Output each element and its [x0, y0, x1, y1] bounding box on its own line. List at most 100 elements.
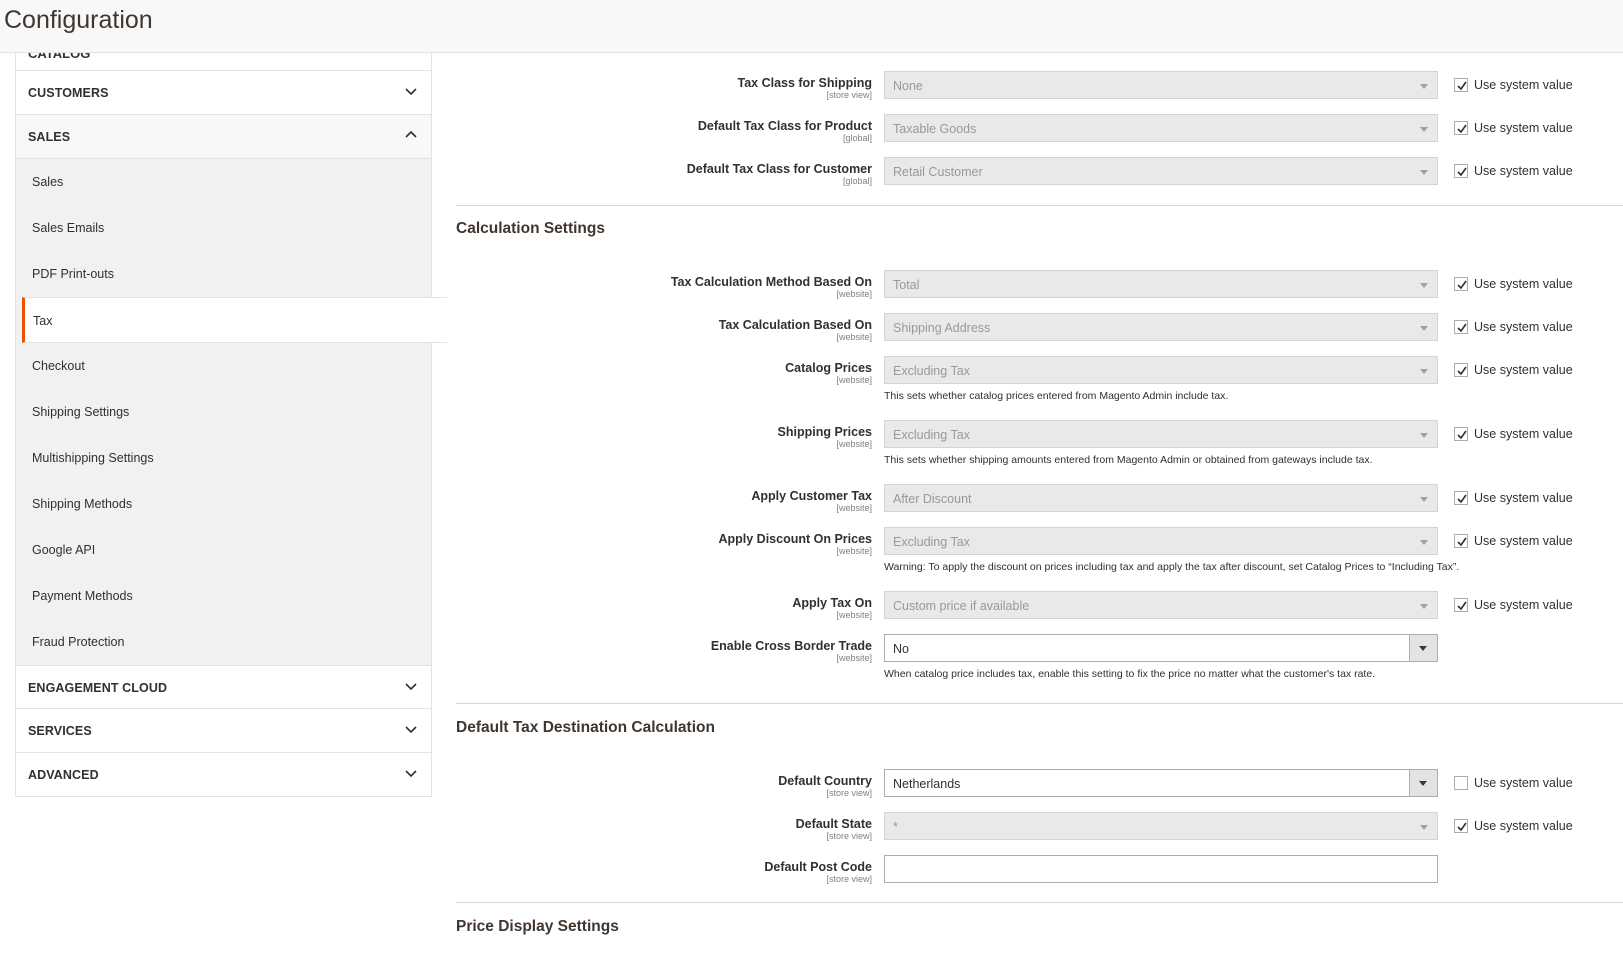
- apply-customer-tax-select[interactable]: After Discount: [884, 484, 1438, 512]
- use-system-value-label: Use system value: [1474, 427, 1573, 441]
- sidebar-section-customers[interactable]: CUSTOMERS: [15, 71, 432, 115]
- sidebar-item-sales[interactable]: Sales: [16, 159, 431, 205]
- use-system-value-checkbox[interactable]: [1454, 320, 1468, 334]
- use-system-value-checkbox[interactable]: [1454, 534, 1468, 548]
- field-scope: [website]: [836, 439, 872, 449]
- sidebar-section-engagement-cloud[interactable]: ENGAGEMENT CLOUD: [15, 665, 432, 709]
- default-tax-class-product-select[interactable]: Taxable Goods: [884, 114, 1438, 142]
- field-scope: [store view]: [826, 90, 872, 100]
- use-system-value-checkbox[interactable]: [1454, 598, 1468, 612]
- use-system-value-label: Use system value: [1474, 164, 1573, 178]
- field-row-default-post-code: Default Post Code [store view]: [456, 855, 1623, 895]
- dropdown-arrow-icon: [1420, 127, 1428, 132]
- sidebar-section-catalog[interactable]: CATALOG: [15, 53, 432, 71]
- dropdown-arrow-icon: [1420, 497, 1428, 502]
- field-row-shipping-prices: Shipping Prices [website] Excluding Tax U…: [456, 420, 1623, 466]
- sidebar-item-shipping-methods[interactable]: Shipping Methods: [16, 481, 431, 527]
- dropdown-arrow-icon: [1420, 369, 1428, 374]
- use-system-value-checkbox[interactable]: [1454, 78, 1468, 92]
- sidebar-item-shipping-settings[interactable]: Shipping Settings: [16, 389, 431, 435]
- field-scope: [website]: [836, 503, 872, 513]
- section-title-price-display[interactable]: Price Display Settings: [456, 918, 619, 936]
- use-system-value-checkbox[interactable]: [1454, 277, 1468, 291]
- sidebar-section-services[interactable]: SERVICES: [15, 709, 432, 753]
- cross-border-trade-select[interactable]: No: [884, 634, 1438, 662]
- check-icon: [1457, 124, 1467, 134]
- check-icon: [1457, 537, 1467, 547]
- use-system-value-checkbox[interactable]: [1454, 491, 1468, 505]
- use-system-value-label: Use system value: [1474, 534, 1573, 548]
- chevron-down-icon: [405, 726, 417, 734]
- section-divider: [456, 703, 1623, 704]
- sidebar-item-google-api[interactable]: Google API: [16, 527, 431, 573]
- use-system-value-label: Use system value: [1474, 320, 1573, 334]
- section-divider: [456, 902, 1623, 903]
- use-system-value-checkbox[interactable]: [1454, 164, 1468, 178]
- check-icon: [1457, 81, 1467, 91]
- dropdown-arrow-icon: [1420, 170, 1428, 175]
- field-label: Catalog Prices: [785, 361, 872, 375]
- field-row-default-tax-class-product: Default Tax Class for Product [global] Ta…: [456, 114, 1623, 154]
- field-note: This sets whether shipping amounts enter…: [884, 454, 1373, 466]
- dropdown-arrow-icon: [1419, 646, 1427, 651]
- sidebar-item-sales-emails[interactable]: Sales Emails: [16, 205, 431, 251]
- field-row-default-country: Default Country [store view] Netherlands …: [456, 769, 1623, 809]
- dropdown-arrow-icon: [1420, 540, 1428, 545]
- field-label: Tax Calculation Based On: [718, 318, 872, 332]
- section-title-default-tax-destination[interactable]: Default Tax Destination Calculation: [456, 719, 715, 737]
- apply-tax-on-select[interactable]: Custom price if available: [884, 591, 1438, 619]
- use-system-value-checkbox[interactable]: [1454, 121, 1468, 135]
- sidebar-item-pdf-printouts[interactable]: PDF Print-outs: [16, 251, 431, 297]
- tax-calc-method-select[interactable]: Total: [884, 270, 1438, 298]
- default-country-select[interactable]: Netherlands: [884, 769, 1438, 797]
- section-title-calculation[interactable]: Calculation Settings: [456, 220, 605, 238]
- check-icon: [1457, 494, 1467, 504]
- use-system-value-checkbox[interactable]: [1454, 776, 1468, 790]
- dropdown-arrow-icon: [1420, 604, 1428, 609]
- use-system-value-label: Use system value: [1474, 491, 1573, 505]
- sidebar-item-payment-methods[interactable]: Payment Methods: [16, 573, 431, 619]
- check-icon: [1457, 323, 1467, 333]
- field-note: When catalog price includes tax, enable …: [884, 668, 1376, 680]
- page-header: Configuration: [0, 0, 1623, 53]
- field-row-tax-calc-based-on: Tax Calculation Based On [website] Shippi…: [456, 313, 1623, 353]
- tax-class-shipping-select[interactable]: None: [884, 71, 1438, 99]
- sidebar-item-fraud-protection[interactable]: Fraud Protection: [16, 619, 431, 665]
- use-system-value-checkbox[interactable]: [1454, 819, 1468, 833]
- check-icon: [1457, 167, 1467, 177]
- field-label: Shipping Prices: [777, 425, 872, 439]
- sidebar-item-tax[interactable]: Tax: [22, 297, 447, 343]
- field-label: Tax Class for Shipping: [737, 76, 872, 90]
- field-label: Default Tax Class for Product: [697, 119, 872, 133]
- use-system-value-checkbox[interactable]: [1454, 427, 1468, 441]
- dropdown-arrow-icon: [1420, 433, 1428, 438]
- use-system-value-label: Use system value: [1474, 121, 1573, 135]
- field-row-tax-calc-method: Tax Calculation Method Based On [website]…: [456, 270, 1623, 310]
- catalog-prices-select[interactable]: Excluding Tax: [884, 356, 1438, 384]
- default-tax-class-customer-select[interactable]: Retail Customer: [884, 157, 1438, 185]
- sidebar-item-multishipping-settings[interactable]: Multishipping Settings: [16, 435, 431, 481]
- field-row-apply-customer-tax: Apply Customer Tax [website] After Discou…: [456, 484, 1623, 524]
- default-state-select[interactable]: *: [884, 812, 1438, 840]
- apply-discount-select[interactable]: Excluding Tax: [884, 527, 1438, 555]
- field-row-apply-discount: Apply Discount On Prices [website] Exclud…: [456, 527, 1623, 573]
- use-system-value-checkbox[interactable]: [1454, 363, 1468, 377]
- sidebar-section-advanced[interactable]: ADVANCED: [15, 753, 432, 797]
- field-label: Apply Discount On Prices: [718, 532, 872, 546]
- shipping-prices-select[interactable]: Excluding Tax: [884, 420, 1438, 448]
- dropdown-arrow-icon: [1420, 326, 1428, 331]
- field-label: Default Tax Class for Customer: [686, 162, 872, 176]
- tax-calc-based-on-select[interactable]: Shipping Address: [884, 313, 1438, 341]
- default-post-code-input[interactable]: [884, 855, 1438, 883]
- field-label: Apply Customer Tax: [751, 489, 872, 503]
- field-label: Apply Tax On: [792, 596, 872, 610]
- sidebar-item-checkout[interactable]: Checkout: [16, 343, 431, 389]
- field-scope: [website]: [836, 375, 872, 385]
- field-scope: [store view]: [826, 788, 872, 798]
- config-sidebar: CATALOG CUSTOMERS SALES Sales Sales Emai…: [15, 53, 447, 797]
- field-scope: [store view]: [826, 874, 872, 884]
- field-label: Default Country: [778, 774, 872, 788]
- section-divider: [456, 205, 1623, 206]
- sidebar-section-sales[interactable]: SALES: [15, 115, 432, 159]
- field-row-default-state: Default State [store view] * Use system v…: [456, 812, 1623, 852]
